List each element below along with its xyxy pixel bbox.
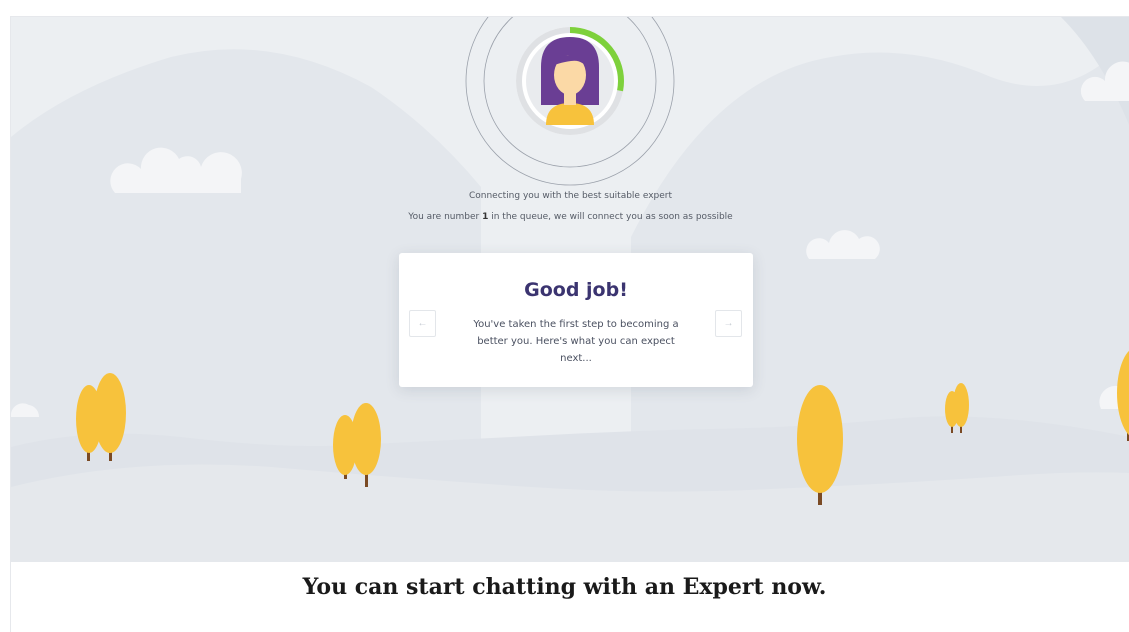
page-frame: Connecting you with the best suitable ex…: [10, 16, 1129, 632]
queue-status-line: Connecting you with the best suitable ex…: [468, 191, 673, 201]
expert-avatar: [541, 37, 599, 125]
arrow-right-icon: →: [723, 318, 734, 329]
queue-position-number: 1: [482, 212, 489, 222]
waiting-illustration: Connecting you with the best suitable ex…: [11, 17, 1129, 562]
page-headline: You can start chatting with an Expert no…: [302, 574, 827, 600]
tip-card-text: You've taken the first step to becoming …: [473, 319, 679, 364]
queue-position-suffix: in the queue, we will connect you as soo…: [491, 212, 733, 222]
queue-position-line: You are number 1 in the queue, we will c…: [11, 212, 1129, 222]
arrow-left-icon: ←: [417, 318, 428, 329]
carousel-prev-button[interactable]: ←: [409, 310, 436, 337]
tip-card-title: Good job!: [524, 279, 628, 301]
carousel-next-button[interactable]: →: [715, 310, 742, 337]
queue-position-prefix: You are number: [408, 212, 480, 222]
tip-card: ← Good job! You've taken the first step …: [399, 253, 753, 387]
avatar-rings: [465, 17, 675, 186]
